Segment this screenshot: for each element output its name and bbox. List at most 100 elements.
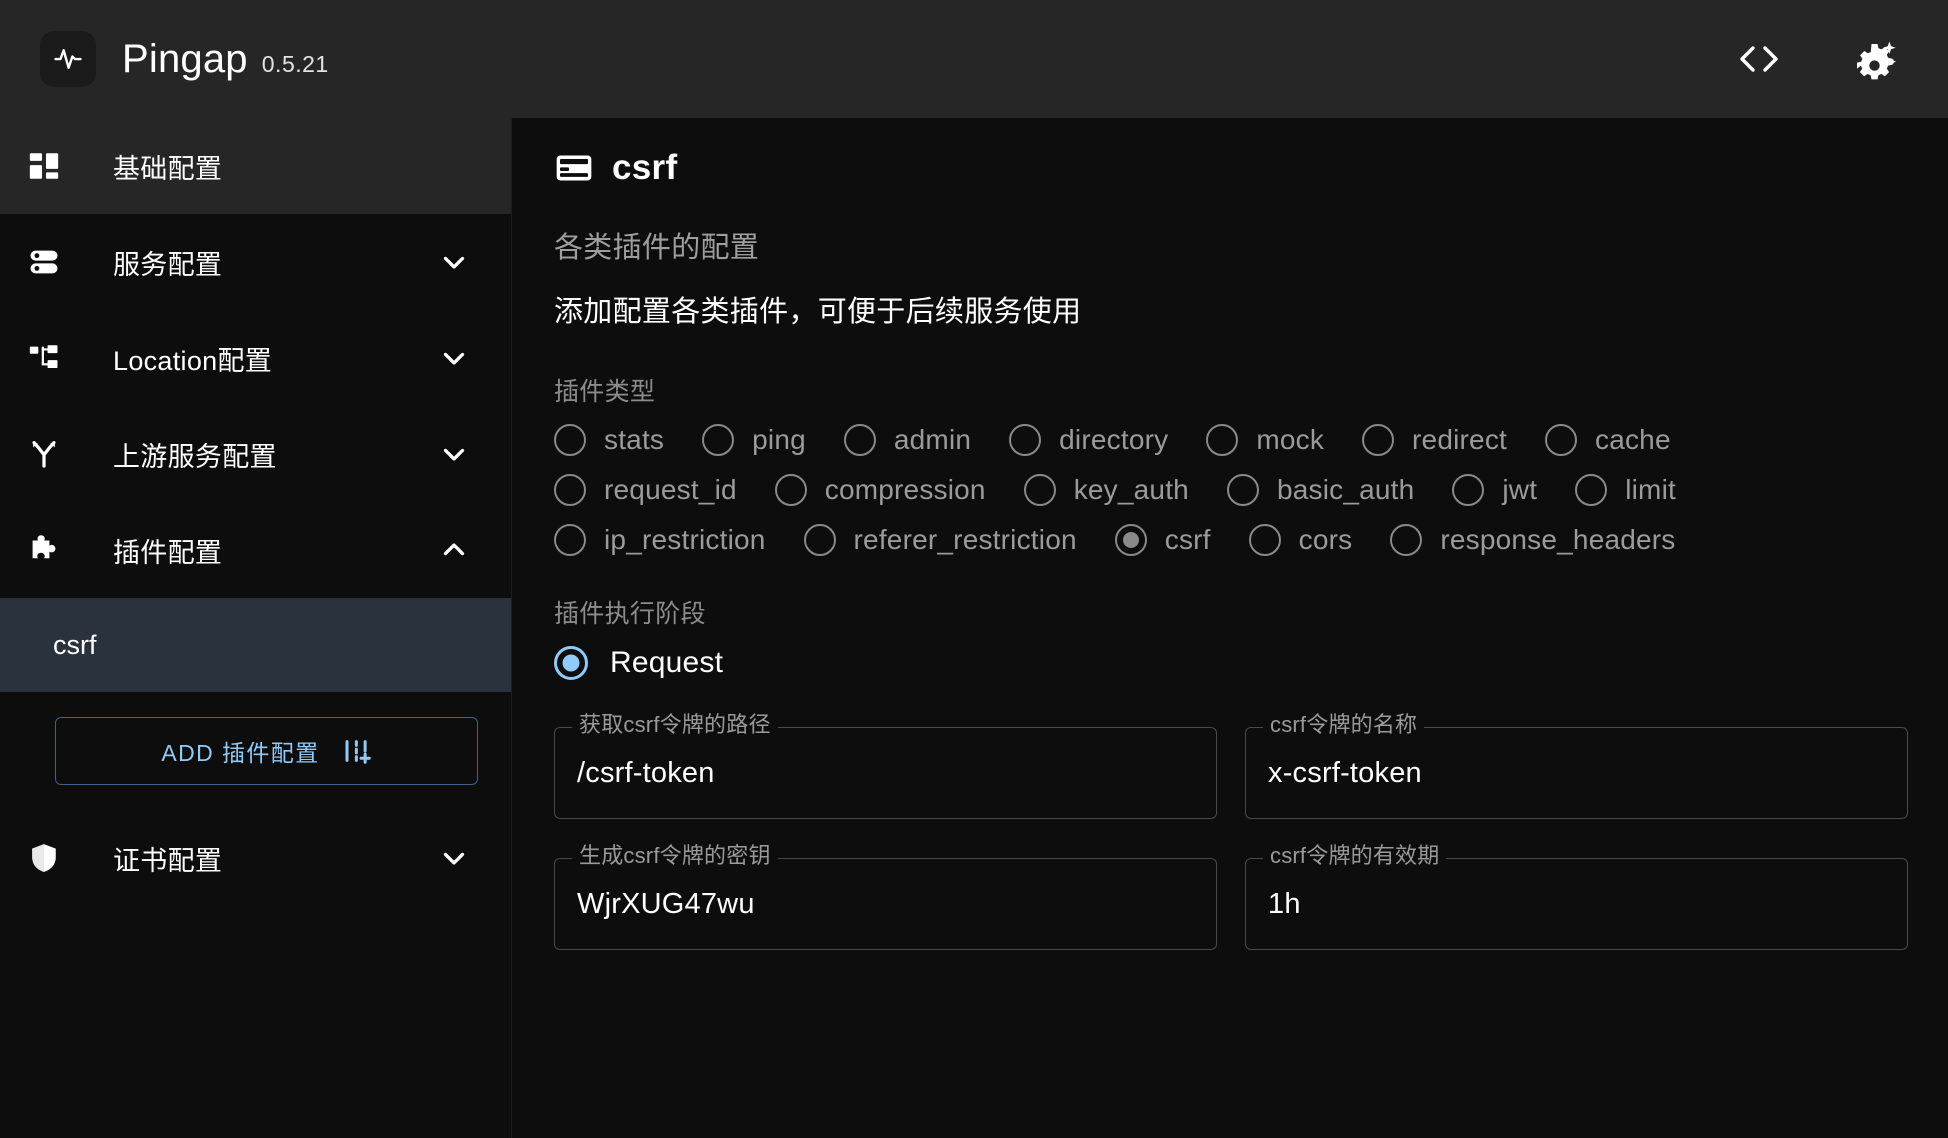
sidebar-item-label: 服务配置 [113,249,223,280]
section-title: 各类插件的配置 [554,232,760,264]
server-icon [24,245,64,279]
sidebar-item-label: Location配置 [113,345,273,376]
radio-cache[interactable]: cache [1545,424,1671,456]
sidebar-item-label: 插件配置 [113,537,223,568]
field-box[interactable] [554,727,1217,819]
radio-label: cors [1298,524,1353,555]
field-label: 获取csrf令牌的路径 [572,712,778,738]
radio-label: cache [1595,424,1671,455]
sitemap-icon [24,341,64,375]
plugin-type-label: 插件类型 [554,378,656,406]
field-csrf-token-ttl: csrf令牌的有效期 [1245,843,1908,950]
field-box[interactable] [554,858,1217,950]
plugin-stage-radio-group: Request [554,646,1908,680]
radio-ping[interactable]: ping [702,424,806,456]
csrf-token-path-input[interactable] [577,756,1194,790]
radio-label: referer_restriction [853,524,1077,555]
add-settings-icon [342,736,372,766]
add-plugin-config-label: ADD 插件配置 [161,740,320,766]
radio-indicator-selected [1114,524,1147,556]
sidebar-item-location-config[interactable]: Location配置 [0,310,511,406]
radio-label: redirect [1412,424,1507,455]
radio-label: jwt [1502,474,1538,505]
plugin-type-row: stats ping admin directory mock redirect… [554,424,1908,456]
field-box[interactable] [1245,858,1908,950]
radio-label: key_auth [1073,474,1189,505]
csrf-token-key-input[interactable] [577,887,1194,921]
topbar-actions [1732,32,1902,86]
app-logo [40,31,96,87]
body-area: 基础配置 服务配置 Location配置 上游服务配置 插件配置 csrf AD… [0,118,1948,1138]
chevron-down-icon[interactable] [437,841,471,875]
field-csrf-token-name: csrf令牌的名称 [1245,712,1908,819]
sidebar-item-plugin-config[interactable]: 插件配置 [0,502,511,598]
radio-ip_restriction[interactable]: ip_restriction [554,524,766,556]
page-title: csrf [612,148,678,187]
radio-jwt[interactable]: jwt [1452,474,1537,506]
radio-label: directory [1059,424,1169,455]
plugin-type-row: request_id compression key_auth basic_au… [554,474,1908,506]
radio-label: ip_restriction [604,524,766,555]
main-content: csrf 各类插件的配置 添加配置各类插件，可便于后续服务使用 插件类型 sta… [512,118,1948,1138]
radio-csrf[interactable]: csrf [1114,524,1211,556]
radio-referer_restriction[interactable]: referer_restriction [803,524,1077,556]
radio-stage-request[interactable]: Request [554,646,723,680]
radio-indicator [1023,474,1056,506]
plugin-stage-label: 插件执行阶段 [554,600,706,628]
add-plugin-row: ADD 插件配置 [0,692,511,810]
dashboard-icon [24,149,64,183]
radio-indicator [774,474,807,506]
chevron-down-icon[interactable] [437,245,471,279]
chevron-down-icon[interactable] [437,341,471,375]
radio-indicator [1226,474,1259,506]
field-box[interactable] [1245,727,1908,819]
radio-compression[interactable]: compression [774,474,986,506]
csrf-token-name-input[interactable] [1268,756,1885,790]
plugin-card-icon [554,148,594,188]
radio-limit[interactable]: limit [1575,474,1676,506]
radio-indicator-selected [554,646,588,680]
puzzle-icon [24,532,64,568]
radio-label: limit [1625,474,1676,505]
radio-label: compression [824,474,986,505]
sidebar-item-certificate-config[interactable]: 证书配置 [0,810,511,906]
sidebar: 基础配置 服务配置 Location配置 上游服务配置 插件配置 csrf AD… [0,118,512,1138]
radio-indicator [1390,524,1423,556]
radio-indicator [1206,424,1239,456]
radio-label: admin [893,424,972,455]
radio-indicator [702,424,735,456]
app-version: 0.5.21 [261,51,329,77]
radio-request_id[interactable]: request_id [554,474,737,506]
radio-indicator [554,524,586,556]
brand: Pingap 0.5.21 [40,31,329,87]
field-label: 生成csrf令牌的密钥 [572,843,778,869]
radio-directory[interactable]: directory [1009,424,1168,456]
branch-icon [24,437,64,471]
sidebar-item-basic-config[interactable]: 基础配置 [0,118,511,214]
radio-redirect[interactable]: redirect [1362,424,1507,456]
sidebar-item-server-config[interactable]: 服务配置 [0,214,511,310]
sidebar-item-upstream-config[interactable]: 上游服务配置 [0,406,511,502]
add-plugin-config-button[interactable]: ADD 插件配置 [55,717,478,785]
radio-admin[interactable]: admin [843,424,972,456]
plugin-type-radio-group: stats ping admin directory mock redirect… [554,424,1908,556]
radio-label: response_headers [1440,524,1676,555]
chevron-down-icon[interactable] [437,437,471,471]
gear-sparkle-icon[interactable] [1848,32,1902,86]
field-label: csrf令牌的有效期 [1263,843,1447,869]
sidebar-subitem-label: csrf [53,629,97,660]
radio-indicator [554,474,586,506]
sidebar-subitem-csrf[interactable]: csrf [0,598,511,692]
radio-mock[interactable]: mock [1206,424,1324,456]
radio-cors[interactable]: cors [1248,524,1353,556]
radio-response_headers[interactable]: response_headers [1390,524,1675,556]
code-brackets-icon[interactable] [1732,32,1786,86]
radio-key_auth[interactable]: key_auth [1023,474,1189,506]
field-label: csrf令牌的名称 [1263,712,1425,738]
csrf-token-ttl-input[interactable] [1268,887,1885,921]
radio-basic_auth[interactable]: basic_auth [1226,474,1414,506]
radio-label: ping [752,424,806,455]
sidebar-item-label: 上游服务配置 [113,441,277,472]
chevron-up-icon[interactable] [437,533,471,567]
radio-stats[interactable]: stats [554,424,664,456]
